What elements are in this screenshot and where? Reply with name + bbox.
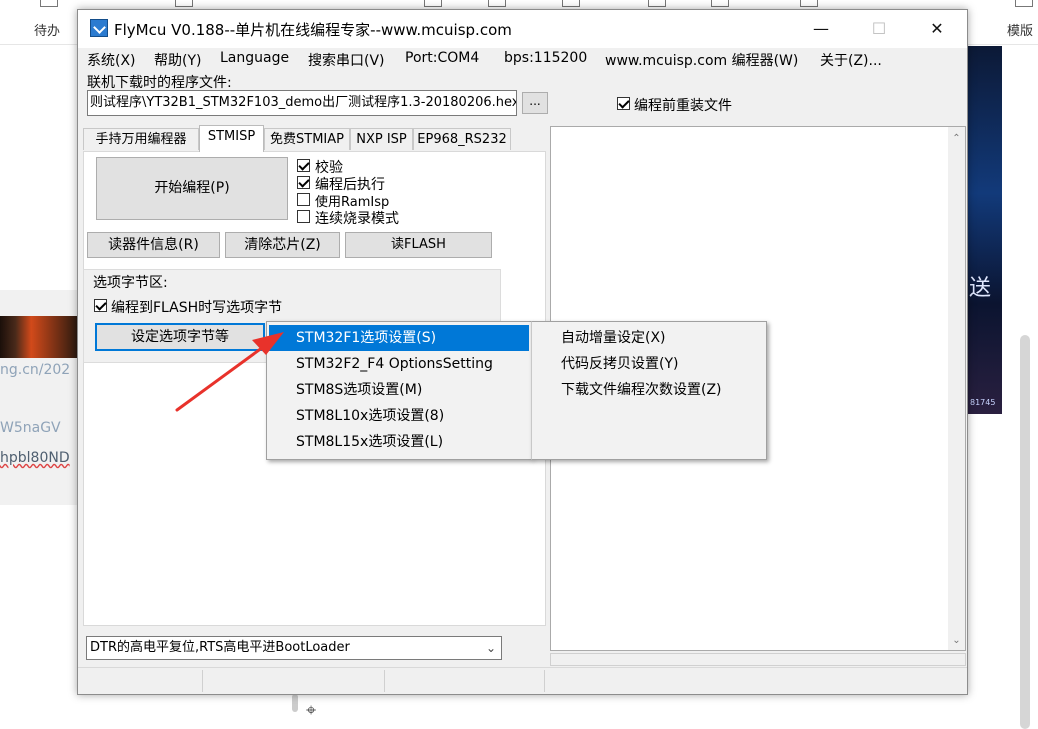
menu-item-stm8l10x-options[interactable]: STM8L10x选项设置(8)	[269, 403, 529, 429]
option-bytes-title: 选项字节区:	[93, 275, 168, 291]
menu-programmer[interactable]: www.mcuisp.com 编程器(W)	[605, 50, 798, 70]
status-cell-3	[384, 670, 545, 692]
menu-item-stm32f2-f4-options[interactable]: STM32F2_F4 OptionsSetting	[269, 351, 529, 377]
bootloader-select[interactable]: DTR的高电平复位,RTS高电平进BootLoader ⌄	[86, 636, 502, 660]
option-settings-menu: STM32F1选项设置(S) STM32F2_F4 OptionsSetting…	[266, 321, 532, 460]
background-handle	[292, 694, 298, 712]
continuous-mode-label: 连续烧录模式	[315, 211, 399, 227]
use-ramisp-checkbox[interactable]	[297, 193, 310, 206]
list-icon	[40, 0, 58, 7]
menu-port[interactable]: Port:COM4	[405, 50, 479, 66]
program-file-path[interactable]: 则试程序\YT32B1_STM32F103_demo出厂测试程序1.3-2018…	[87, 90, 517, 116]
bootloader-select-value: DTR的高电平复位,RTS高电平进BootLoader	[90, 640, 350, 655]
menu-item-auto-increment[interactable]: 自动增量设定(X)	[534, 325, 764, 351]
image-icon	[711, 0, 729, 7]
status-bar	[78, 667, 967, 695]
read-flash-button[interactable]: 读FLASH	[345, 232, 492, 258]
reload-file-checkbox[interactable]	[617, 97, 630, 110]
title-bar[interactable]: FlyMcu V0.188--单片机在线编程专家--www.mcuisp.com…	[78, 10, 967, 48]
background-scrollbar[interactable]	[1020, 335, 1030, 729]
verify-checkbox[interactable]	[297, 159, 310, 172]
template-icon	[1015, 0, 1033, 7]
menu-bar: 系统(X) 帮助(Y) Language 搜索串口(V) Port:COM4 b…	[78, 48, 967, 72]
background-banner-text: 送	[969, 276, 992, 301]
chevron-down-icon[interactable]: ⌄	[481, 637, 501, 659]
write-option-bytes-checkbox[interactable]	[94, 299, 107, 312]
code-icon	[175, 0, 193, 7]
browse-button[interactable]: ...	[522, 92, 548, 114]
background-code-text: W5naGV	[0, 420, 61, 436]
menu-about[interactable]: 关于(Z)...	[820, 50, 882, 70]
set-option-bytes-button[interactable]: 设定选项字节等	[95, 323, 265, 351]
box-icon	[800, 0, 818, 7]
scroll-up-icon[interactable]: ⌃	[948, 133, 965, 144]
background-code-text-2: hpbl80ND	[0, 450, 70, 466]
menu-system[interactable]: 系统(X)	[87, 50, 136, 70]
tab-nxp-isp[interactable]: NXP ISP	[350, 128, 413, 150]
menu-language[interactable]: Language	[220, 50, 289, 66]
crosshair-icon: ⌖	[306, 700, 317, 721]
background-url-text: ng.cn/202	[0, 362, 71, 378]
option-settings-menu-right: 自动增量设定(X) 代码反拷贝设置(Y) 下载文件编程次数设置(Z)	[531, 321, 767, 460]
menu-search-port[interactable]: 搜索串口(V)	[308, 50, 385, 70]
close-button[interactable]: ✕	[908, 10, 966, 48]
background-photo-thumbnail	[0, 316, 78, 358]
tab-handheld-programmer[interactable]: 手持万用编程器	[83, 128, 199, 150]
write-option-bytes-label: 编程到FLASH时写选项字节	[111, 300, 283, 316]
table-icon	[424, 0, 442, 7]
program-file-label: 联机下载时的程序文件:	[87, 75, 232, 91]
template-label[interactable]: 模版	[1007, 20, 1033, 39]
background-banner-small-text: 81745	[970, 398, 996, 407]
menu-item-read-protection[interactable]: 代码反拷贝设置(Y)	[534, 351, 764, 377]
maximize-button[interactable]: ☐	[850, 10, 908, 48]
erase-chip-button[interactable]: 清除芯片(Z)	[225, 232, 340, 258]
menu-help[interactable]: 帮助(Y)	[154, 50, 201, 70]
menu-bps[interactable]: bps:115200	[504, 50, 587, 66]
flymcu-app-icon	[90, 19, 108, 37]
output-scrollbar[interactable]: ⌃ ⌄	[948, 127, 965, 650]
output-bottom-bar	[550, 653, 966, 666]
window-title: FlyMcu V0.188--单片机在线编程专家--www.mcuisp.com	[114, 21, 512, 39]
link-icon	[488, 0, 506, 7]
tab-stmisp[interactable]: STMISP	[199, 125, 264, 152]
menu-item-download-count[interactable]: 下载文件编程次数设置(Z)	[534, 377, 764, 403]
tab-ep968-rs232[interactable]: EP968_RS232	[413, 128, 511, 150]
background-banner-image	[968, 46, 1002, 414]
status-cell-2	[202, 670, 385, 692]
status-cell-1	[78, 670, 203, 692]
menu-icon	[562, 0, 580, 7]
menu-item-stm8s-options[interactable]: STM8S选项设置(M)	[269, 377, 529, 403]
upload-icon	[648, 0, 666, 7]
minimize-button[interactable]: —	[792, 10, 850, 48]
tab-free-stmiap[interactable]: 免费STMIAP	[264, 128, 350, 150]
menu-item-stm32f1-options[interactable]: STM32F1选项设置(S)	[269, 325, 529, 351]
start-programming-button[interactable]: 开始编程(P)	[96, 157, 288, 220]
reload-file-label: 编程前重装文件	[634, 98, 732, 114]
continuous-mode-checkbox[interactable]	[297, 210, 310, 223]
menu-item-stm8l15x-options[interactable]: STM8L15x选项设置(L)	[269, 429, 529, 455]
todo-label[interactable]: 待办	[34, 20, 60, 39]
read-device-info-button[interactable]: 读器件信息(R)	[87, 232, 220, 258]
run-after-program-checkbox[interactable]	[297, 176, 310, 189]
scroll-down-icon[interactable]: ⌄	[948, 635, 965, 646]
